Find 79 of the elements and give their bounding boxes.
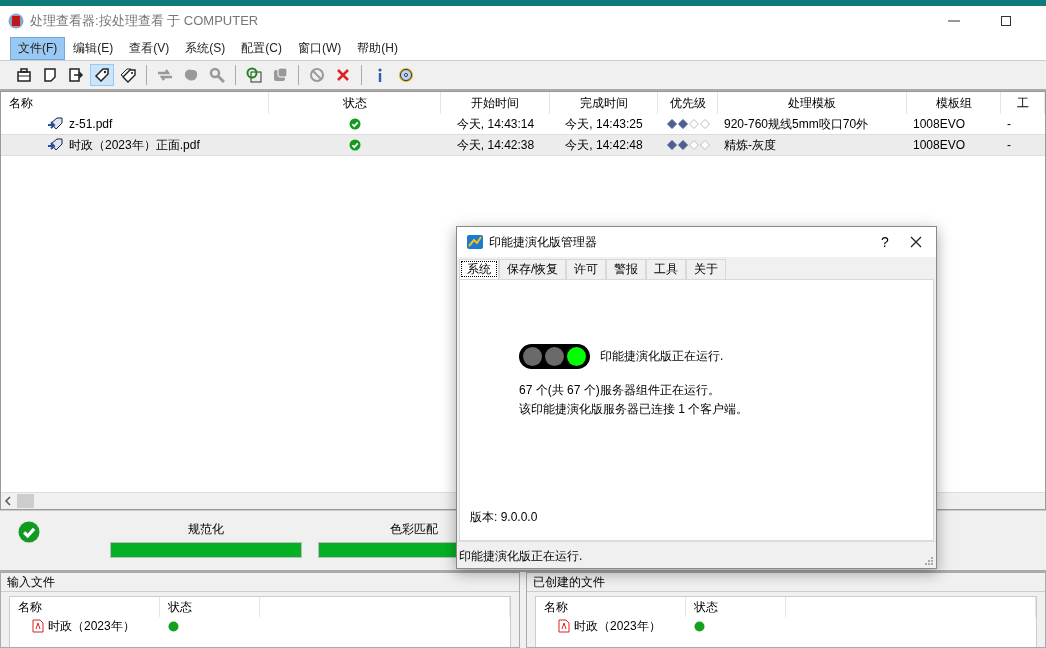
tab[interactable]: 警报 (606, 259, 647, 279)
table-cell-text: 今天, 14:42:38 (455, 136, 536, 154)
priority-star (688, 119, 699, 129)
panel-title: 输入文件 (7, 575, 55, 589)
info-text: 67 个(共 67 个)服务器组件正在运行。 (519, 382, 721, 399)
menu-item[interactable]: 编辑(E) (65, 36, 122, 60)
menu-item[interactable]: 文件(F) (10, 36, 66, 60)
blob-icon (183, 67, 199, 83)
column-header[interactable]: 工 (1001, 92, 1045, 114)
column-header[interactable]: 名称 (10, 597, 160, 617)
status-bar-text: 印能捷演化版正在运行. (459, 548, 583, 565)
priority-star (688, 140, 699, 150)
tab[interactable]: 许可 (566, 259, 607, 279)
tab[interactable]: 工具 (646, 259, 687, 279)
column-header[interactable]: 完成时间 (550, 92, 658, 114)
stage-label: 色彩匹配 (390, 521, 438, 538)
tab[interactable]: 保存/恢复 (499, 259, 567, 279)
column-header[interactable]: 模板组 (907, 92, 1001, 114)
table-cell-text: - (1006, 137, 1012, 154)
column-header[interactable]: 状态 (269, 92, 441, 114)
file-name: 时政（2023年） (48, 617, 135, 635)
arrows-icon (157, 67, 173, 83)
menu-item[interactable]: 系统(S) (177, 36, 234, 60)
column-header[interactable]: 名称 (1, 92, 269, 114)
menu-item[interactable]: 配置(C) (233, 36, 290, 60)
window-title: 处理查看器:按处理查看 于 COMPUTER (30, 12, 259, 30)
table-cell-text: 今天, 14:42:48 (564, 136, 644, 154)
table-cell-text: - (1006, 116, 1012, 133)
page-icon (42, 67, 58, 83)
status-text: 印能捷演化版正在运行. (600, 348, 724, 365)
help-button[interactable]: ? (870, 234, 900, 250)
tags-icon (120, 67, 136, 83)
priority-star (699, 119, 710, 129)
menu-item[interactable]: 查看(V) (121, 36, 178, 60)
table-cell-text: 今天, 14:43:14 (455, 115, 536, 133)
close-icon (335, 67, 351, 83)
toolbar-button[interactable] (90, 64, 114, 86)
priority-star (677, 119, 688, 129)
info-text: 该印能捷演化版服务器已连接 1 个客户端。 (519, 401, 750, 418)
panel-title: 已创建的文件 (533, 575, 605, 589)
tag-icon (94, 67, 110, 83)
column-header[interactable]: 开始时间 (441, 92, 550, 114)
version-text: 版本: 9.0.0.0 (470, 509, 539, 526)
priority-star (699, 140, 710, 150)
table-cell-text: 920-760规线5mm咬口70外 (723, 115, 870, 133)
column-header[interactable]: 状态 (686, 597, 786, 617)
priority-star (666, 140, 677, 150)
table-cell-text: 1008EVO (912, 137, 967, 154)
column-header[interactable]: 处理模板 (718, 92, 907, 114)
table-cell-text: 1008EVO (912, 116, 967, 133)
disc-icon (398, 67, 414, 83)
table-row[interactable]: 时政（2023年）正面.pdf 今天, 14:42:38 今天, 14:42:48 精炼-灰度 1008EVO - (1, 135, 1045, 156)
menu-item[interactable]: 窗口(W) (290, 36, 350, 60)
menu-item[interactable]: 帮助(H) (349, 36, 406, 60)
app-icon (8, 13, 24, 29)
priority-star (666, 119, 677, 129)
case-icon (16, 67, 32, 83)
pdf-icon (32, 619, 44, 633)
stop-icon (309, 67, 325, 83)
file-name: 时政（2023年）正面.pdf (69, 136, 200, 154)
priority-star (677, 140, 688, 150)
app-icon (467, 234, 483, 250)
tab[interactable]: 关于 (686, 259, 727, 279)
dialog-title: 印能捷演化版管理器 (489, 233, 598, 251)
column-header[interactable]: 名称 (536, 597, 686, 617)
document-tag-icon (47, 116, 65, 132)
table-cell-text: 今天, 14:43:25 (564, 115, 644, 133)
file-name: z-51.pdf (69, 117, 113, 131)
resize-grip-icon[interactable] (924, 556, 934, 566)
stage-label: 规范化 (188, 521, 224, 538)
document-tag-icon (47, 137, 65, 153)
scroll-thumb[interactable] (17, 494, 34, 508)
file-name: 时政（2023年） (574, 617, 661, 635)
table-cell-text: 精炼-灰度 (723, 136, 777, 154)
column-header[interactable]: 优先级 (658, 92, 718, 114)
pdf-icon (558, 619, 570, 633)
export-icon (68, 67, 84, 83)
tab[interactable]: 系统 (459, 259, 499, 279)
column-header[interactable]: 状态 (160, 597, 260, 617)
